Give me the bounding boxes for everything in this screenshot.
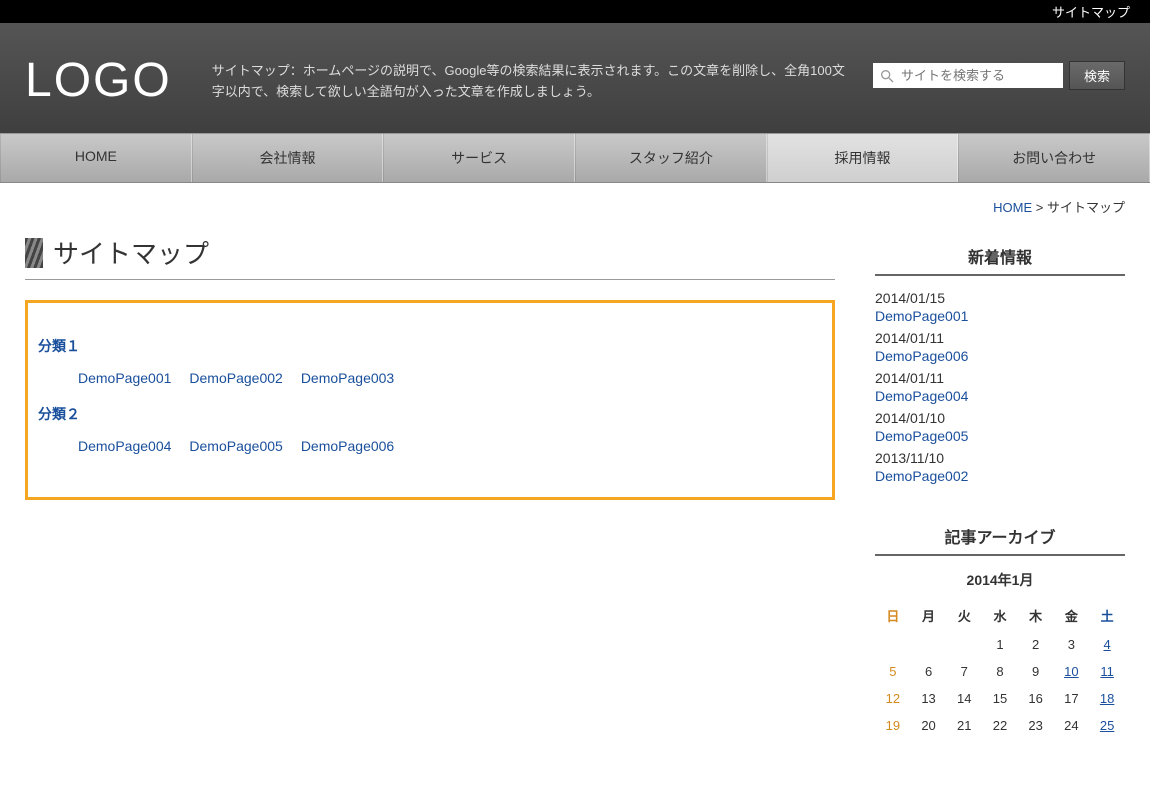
- header-description: サイトマップ：ホームページの説明で、Google等の検索結果に表示されます。この…: [212, 43, 873, 103]
- news-section-title: 新着情報: [875, 244, 1125, 276]
- calendar-day: 19: [875, 712, 911, 739]
- calendar-day: 7: [946, 658, 982, 685]
- news-link[interactable]: DemoPage002: [875, 468, 1125, 484]
- calendar-day: 13: [911, 685, 947, 712]
- sitemap-link[interactable]: DemoPage006: [301, 438, 394, 454]
- search-input[interactable]: [895, 67, 1057, 84]
- calendar-dow: 土: [1089, 600, 1125, 631]
- calendar-dow: 日: [875, 600, 911, 631]
- calendar-dow: 火: [946, 600, 982, 631]
- sitemap-category-title[interactable]: 分類１: [38, 336, 812, 356]
- news-date: 2014/01/15: [875, 290, 1125, 306]
- search-icon: [879, 68, 895, 84]
- topbar-sitemap-link[interactable]: サイトマップ: [1052, 5, 1130, 20]
- nav-staff[interactable]: スタッフ紹介: [575, 134, 767, 182]
- calendar-dow: 金: [1054, 600, 1090, 631]
- calendar-day: 6: [911, 658, 947, 685]
- nav-recruit[interactable]: 採用情報: [767, 134, 959, 182]
- page-title-text: サイトマップ: [53, 234, 209, 271]
- calendar-day[interactable]: 10: [1054, 658, 1090, 685]
- breadcrumb-sep: >: [1032, 200, 1047, 215]
- calendar-day-link[interactable]: 10: [1064, 664, 1078, 679]
- news-link[interactable]: DemoPage005: [875, 428, 1125, 444]
- sitemap-link[interactable]: DemoPage005: [189, 438, 282, 454]
- nav-company[interactable]: 会社情報: [192, 134, 384, 182]
- calendar-dow: 月: [911, 600, 947, 631]
- calendar-day: 24: [1054, 712, 1090, 739]
- calendar-day: 1: [982, 631, 1018, 658]
- breadcrumb: HOME > サイトマップ: [0, 183, 1150, 224]
- sitemap-link[interactable]: DemoPage001: [78, 370, 171, 386]
- news-date: 2014/01/10: [875, 410, 1125, 426]
- news-date: 2013/11/10: [875, 450, 1125, 466]
- page-title: サイトマップ: [25, 234, 835, 280]
- news-date: 2014/01/11: [875, 330, 1125, 346]
- calendar-dow: 水: [982, 600, 1018, 631]
- calendar-day: 23: [1018, 712, 1054, 739]
- calendar-day-link[interactable]: 4: [1103, 637, 1110, 652]
- sitemap-box: 分類１ DemoPage001 DemoPage002 DemoPage003 分類２ D…: [25, 300, 835, 500]
- sitemap-link[interactable]: DemoPage002: [189, 370, 282, 386]
- nav-home[interactable]: HOME: [0, 134, 192, 182]
- title-stripe-icon: [25, 238, 43, 268]
- calendar: 日月火水木金土 12345678910111213141516171819202…: [875, 600, 1125, 739]
- news-link[interactable]: DemoPage004: [875, 388, 1125, 404]
- calendar-day: 2: [1018, 631, 1054, 658]
- calendar-day: 20: [911, 712, 947, 739]
- calendar-day-link[interactable]: 18: [1100, 691, 1114, 706]
- news-link[interactable]: DemoPage006: [875, 348, 1125, 364]
- sitemap-link[interactable]: DemoPage003: [301, 370, 394, 386]
- calendar-day[interactable]: 25: [1089, 712, 1125, 739]
- calendar-day: 21: [946, 712, 982, 739]
- calendar-day[interactable]: 11: [1089, 658, 1125, 685]
- archive-section-title: 記事アーカイブ: [875, 524, 1125, 556]
- calendar-day: 16: [1018, 685, 1054, 712]
- calendar-month: 2014年1月: [875, 570, 1125, 590]
- calendar-day: 12: [875, 685, 911, 712]
- calendar-day: 15: [982, 685, 1018, 712]
- calendar-day: 17: [1054, 685, 1090, 712]
- sitemap-category-title[interactable]: 分類２: [38, 404, 812, 424]
- calendar-day: 8: [982, 658, 1018, 685]
- calendar-day-link[interactable]: 11: [1100, 664, 1114, 679]
- breadcrumb-current: サイトマップ: [1047, 200, 1125, 215]
- calendar-day: 5: [875, 658, 911, 685]
- search-box[interactable]: [873, 63, 1063, 88]
- calendar-dow: 木: [1018, 600, 1054, 631]
- search-button[interactable]: 検索: [1069, 61, 1125, 90]
- calendar-day: 14: [946, 685, 982, 712]
- sitemap-link[interactable]: DemoPage004: [78, 438, 171, 454]
- calendar-day[interactable]: 4: [1089, 631, 1125, 658]
- header: LOGO サイトマップ：ホームページの説明で、Google等の検索結果に表示され…: [0, 23, 1150, 133]
- nav-service[interactable]: サービス: [383, 134, 575, 182]
- breadcrumb-home[interactable]: HOME: [993, 200, 1032, 215]
- main-nav: HOME 会社情報 サービス スタッフ紹介 採用情報 お問い合わせ: [0, 133, 1150, 183]
- news-date: 2014/01/11: [875, 370, 1125, 386]
- calendar-day: 3: [1054, 631, 1090, 658]
- news-link[interactable]: DemoPage001: [875, 308, 1125, 324]
- calendar-day: 22: [982, 712, 1018, 739]
- site-logo[interactable]: LOGO: [25, 53, 172, 108]
- nav-contact[interactable]: お問い合わせ: [958, 134, 1150, 182]
- calendar-day-link[interactable]: 25: [1100, 718, 1114, 733]
- calendar-day[interactable]: 18: [1089, 685, 1125, 712]
- calendar-day: 9: [1018, 658, 1054, 685]
